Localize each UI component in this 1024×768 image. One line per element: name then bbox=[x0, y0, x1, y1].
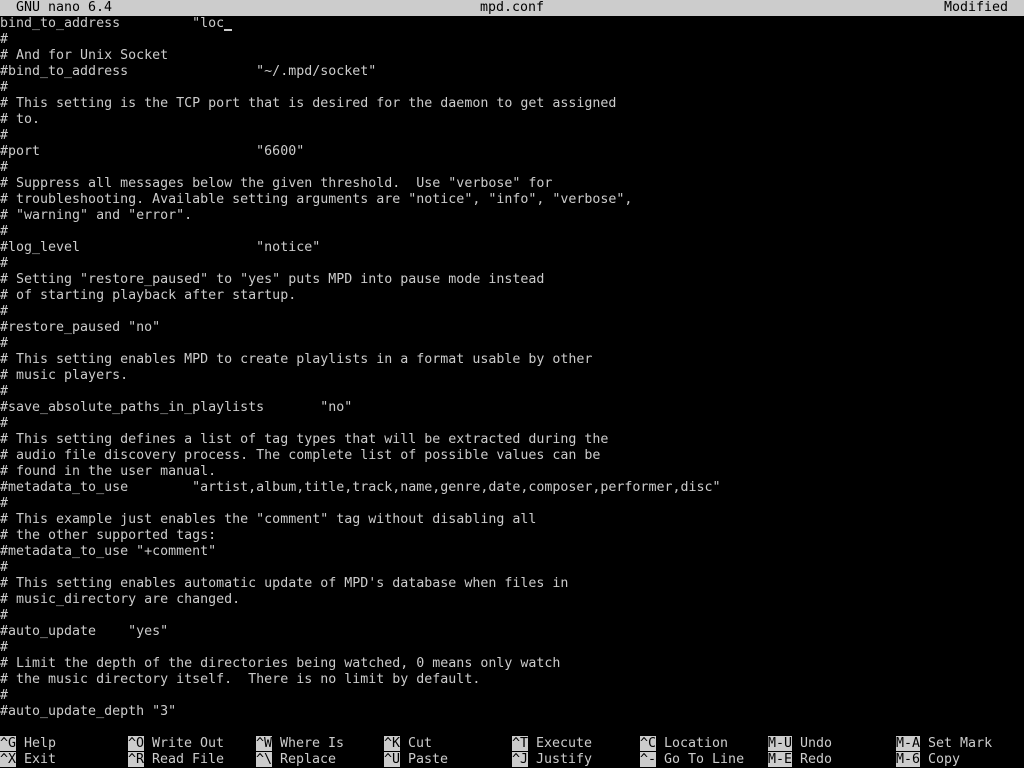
editor-line[interactable]: # Setting "restore_paused" to "yes" puts… bbox=[0, 272, 1024, 288]
editor-line[interactable]: # This setting enables automatic update … bbox=[0, 576, 1024, 592]
shortcut-redo[interactable]: M-E Redo bbox=[768, 752, 832, 768]
shortcut-go-to-line[interactable]: ^- Go To Line bbox=[640, 752, 744, 768]
editor-line[interactable]: # of starting playback after startup. bbox=[0, 288, 1024, 304]
shortcut-label: Go To Line bbox=[664, 752, 745, 767]
editor-line[interactable]: # the music directory itself. There is n… bbox=[0, 672, 1024, 688]
editor-line[interactable]: # the other supported tags: bbox=[0, 528, 1024, 544]
editor-line[interactable]: #log_level "notice" bbox=[0, 240, 1024, 256]
shortcut-label: Exit bbox=[24, 752, 57, 767]
modified-status: Modified bbox=[943, 0, 1008, 15]
shortcut-key: ^U bbox=[384, 752, 401, 767]
shortcut-help[interactable]: ^G Help bbox=[0, 736, 56, 752]
shortcut-key: ^C bbox=[640, 736, 657, 751]
shortcut-location[interactable]: ^C Location bbox=[640, 736, 728, 752]
editor-line[interactable]: # audio file discovery process. The comp… bbox=[0, 448, 1024, 464]
shortcut-justify[interactable]: ^J Justify bbox=[512, 752, 592, 768]
editor-line[interactable]: #auto_update "yes" bbox=[0, 624, 1024, 640]
text-cursor bbox=[224, 16, 233, 31]
editor-line[interactable]: # This setting enables MPD to create pla… bbox=[0, 352, 1024, 368]
editor-line[interactable]: # This setting is the TCP port that is d… bbox=[0, 96, 1024, 112]
shortcut-undo[interactable]: M-U Undo bbox=[768, 736, 832, 752]
editor-line-current[interactable]: bind_to_address "loc bbox=[0, 16, 1024, 32]
editor-line[interactable]: #metadata_to_use "+comment" bbox=[0, 544, 1024, 560]
shortcut-label: Where Is bbox=[280, 736, 345, 751]
editor-line[interactable]: # found in the user manual. bbox=[0, 464, 1024, 480]
shortcut-label: Read File bbox=[152, 752, 225, 767]
shortcut-exit[interactable]: ^X Exit bbox=[0, 752, 56, 768]
shortcut-key: ^- bbox=[640, 752, 657, 767]
file-name: mpd.conf bbox=[479, 0, 545, 15]
editor-line[interactable]: # bbox=[0, 560, 1024, 576]
editor-line[interactable]: #bind_to_address "~/.mpd/socket" bbox=[0, 64, 1024, 80]
shortcut-label: Replace bbox=[280, 752, 337, 767]
shortcut-label: Help bbox=[24, 736, 57, 751]
editor-line[interactable]: # bbox=[0, 32, 1024, 48]
editor-line[interactable]: # music_directory are changed. bbox=[0, 592, 1024, 608]
editor-line[interactable]: # bbox=[0, 496, 1024, 512]
shortcut-cut[interactable]: ^K Cut bbox=[384, 736, 432, 752]
shortcut-write-out[interactable]: ^O Write Out bbox=[128, 736, 224, 752]
shortcut-key: M-A bbox=[896, 736, 921, 751]
editor-line[interactable]: # music players. bbox=[0, 368, 1024, 384]
editor-line[interactable]: # bbox=[0, 336, 1024, 352]
shortcut-key: ^O bbox=[128, 736, 145, 751]
shortcut-paste[interactable]: ^U Paste bbox=[384, 752, 448, 768]
editor-line[interactable]: # And for Unix Socket bbox=[0, 48, 1024, 64]
shortcut-key: ^R bbox=[128, 752, 145, 767]
shortcut-where-is[interactable]: ^W Where Is bbox=[256, 736, 344, 752]
editor-line[interactable]: # bbox=[0, 384, 1024, 400]
editor-line-text: bind_to_address "loc bbox=[0, 16, 225, 31]
editor-line[interactable]: # bbox=[0, 640, 1024, 656]
shortcut-label: Cut bbox=[408, 736, 433, 751]
editor-line[interactable]: #metadata_to_use "artist,album,title,tra… bbox=[0, 480, 1024, 496]
editor-line[interactable]: # bbox=[0, 160, 1024, 176]
editor-line[interactable]: # This example just enables the "comment… bbox=[0, 512, 1024, 528]
editor-line[interactable]: # bbox=[0, 80, 1024, 96]
shortcut-read-file[interactable]: ^R Read File bbox=[128, 752, 224, 768]
shortcut-copy[interactable]: M-6 Copy bbox=[896, 752, 960, 768]
shortcut-key: M-6 bbox=[896, 752, 921, 767]
editor-line[interactable]: # bbox=[0, 416, 1024, 432]
shortcut-label: Redo bbox=[800, 752, 833, 767]
shortcut-key: ^\ bbox=[256, 752, 273, 767]
shortcut-label: Set Mark bbox=[928, 736, 993, 751]
shortcut-key: ^G bbox=[0, 736, 17, 751]
editor-line[interactable]: # "warning" and "error". bbox=[0, 208, 1024, 224]
title-bar: GNU nano 6.4 mpd.conf Modified bbox=[0, 0, 1024, 16]
editor-line[interactable]: # bbox=[0, 608, 1024, 624]
shortcut-key: M-E bbox=[768, 752, 793, 767]
shortcut-key: ^W bbox=[256, 736, 273, 751]
editor-line[interactable]: # bbox=[0, 224, 1024, 240]
editor-line[interactable]: # bbox=[0, 304, 1024, 320]
shortcut-label: Execute bbox=[536, 736, 593, 751]
shortcut-execute[interactable]: ^T Execute bbox=[512, 736, 592, 752]
shortcut-key: ^X bbox=[0, 752, 17, 767]
shortcut-label: Copy bbox=[928, 752, 961, 767]
editor-line[interactable]: #save_absolute_paths_in_playlists "no" bbox=[0, 400, 1024, 416]
shortcut-label: Justify bbox=[536, 752, 593, 767]
shortcut-key: ^T bbox=[512, 736, 529, 751]
shortcut-label: Write Out bbox=[152, 736, 225, 751]
editor-line[interactable]: # Limit the depth of the directories bei… bbox=[0, 656, 1024, 672]
shortcut-replace[interactable]: ^\ Replace bbox=[256, 752, 336, 768]
terminal-window: GNU nano 6.4 mpd.conf Modified bind_to_a… bbox=[0, 0, 1024, 768]
shortcut-label: Paste bbox=[408, 752, 449, 767]
shortcut-label: Undo bbox=[800, 736, 833, 751]
shortcut-key: ^J bbox=[512, 752, 529, 767]
editor-line[interactable]: # to. bbox=[0, 112, 1024, 128]
editor-line[interactable]: # This setting defines a list of tag typ… bbox=[0, 432, 1024, 448]
editor-line[interactable]: # bbox=[0, 688, 1024, 704]
editor-line[interactable]: #auto_update_depth "3" bbox=[0, 704, 1024, 720]
editor-line[interactable]: # bbox=[0, 256, 1024, 272]
editor-line[interactable]: # troubleshooting. Available setting arg… bbox=[0, 192, 1024, 208]
editor-line[interactable]: # Suppress all messages below the given … bbox=[0, 176, 1024, 192]
shortcut-key: ^K bbox=[384, 736, 401, 751]
shortcut-label: Location bbox=[664, 736, 729, 751]
editor-line[interactable]: #restore_paused "no" bbox=[0, 320, 1024, 336]
shortcut-key: M-U bbox=[768, 736, 793, 751]
editor-line[interactable]: # bbox=[0, 128, 1024, 144]
editor-line[interactable]: #port "6600" bbox=[0, 144, 1024, 160]
shortcut-set-mark[interactable]: M-A Set Mark bbox=[896, 736, 992, 752]
